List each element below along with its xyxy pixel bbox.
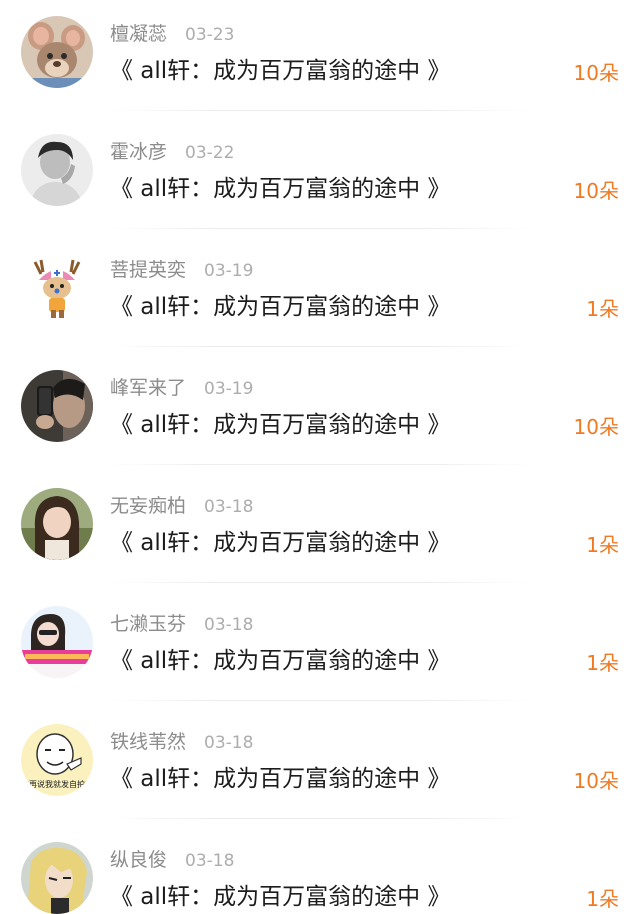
grayscale-person-avatar-icon xyxy=(21,134,93,206)
flower-count: 1朵 xyxy=(586,297,619,321)
work-title[interactable]: 《 all轩：成为百万富翁的途中 》 xyxy=(110,409,451,441)
avatar[interactable] xyxy=(21,16,93,88)
row-divider xyxy=(110,346,530,347)
commenter-name[interactable]: 霍冰彦 03-22 xyxy=(110,139,234,166)
avatar[interactable] xyxy=(21,842,93,914)
commenter-name-text[interactable]: 檀凝蕊 xyxy=(110,23,167,45)
work-title[interactable]: 《 all轩：成为百万富翁的途中 》 xyxy=(110,645,451,677)
comment-date: 03-18 xyxy=(185,851,235,871)
girl-banner-avatar-icon xyxy=(21,606,93,678)
avatar[interactable] xyxy=(21,606,93,678)
row-divider xyxy=(110,110,530,111)
list-item[interactable]: 檀凝蕊 03-23 《 all轩：成为百万富翁的途中 》 10朵 xyxy=(0,0,640,118)
commenter-name-text[interactable]: 铁线苇然 xyxy=(110,731,186,753)
flower-count: 1朵 xyxy=(586,533,619,557)
list-item[interactable]: "再说我就发自拍" 铁线苇然 03-18 《 all轩：成为百万富翁的途中 》 1… xyxy=(0,708,640,826)
row-divider xyxy=(110,464,530,465)
list-item[interactable]: 霍冰彦 03-22 《 all轩：成为百万富翁的途中 》 10朵 xyxy=(0,118,640,236)
commenter-name[interactable]: 无妄痴柏 03-18 xyxy=(110,493,253,520)
meme-face-avatar-icon: "再说我就发自拍" xyxy=(21,724,93,796)
commenter-name[interactable]: 檀凝蕊 03-23 xyxy=(110,21,234,48)
comment-date: 03-18 xyxy=(204,615,254,635)
girl-photo-avatar-icon xyxy=(21,488,93,560)
avatar[interactable] xyxy=(21,370,93,442)
row-divider xyxy=(110,582,530,583)
avatar[interactable] xyxy=(21,488,93,560)
list-item[interactable]: 峰军来了 03-19 《 all轩：成为百万富翁的途中 》 10朵 xyxy=(0,354,640,472)
commenter-name-text[interactable]: 纵良俊 xyxy=(110,849,167,871)
avatar[interactable] xyxy=(21,252,93,324)
commenter-name[interactable]: 纵良俊 03-18 xyxy=(110,847,234,874)
row-divider xyxy=(110,818,530,819)
work-title[interactable]: 《 all轩：成为百万富翁的途中 》 xyxy=(110,527,451,559)
flower-count: 10朵 xyxy=(573,769,619,793)
commenter-name-text[interactable]: 七濑玉芬 xyxy=(110,613,186,635)
commenter-name[interactable]: 七濑玉芬 03-18 xyxy=(110,611,253,638)
list-item[interactable]: 七濑玉芬 03-18 《 all轩：成为百万富翁的途中 》 1朵 xyxy=(0,590,640,708)
row-divider xyxy=(110,700,530,701)
meme-caption: "再说我就发自拍" xyxy=(25,779,88,789)
commenter-name[interactable]: 菩提英奕 03-19 xyxy=(110,257,253,284)
avatar[interactable] xyxy=(21,134,93,206)
phone-selfie-avatar-icon xyxy=(21,370,93,442)
commenter-name-text[interactable]: 峰军来了 xyxy=(110,377,186,399)
comment-date: 03-23 xyxy=(185,25,235,45)
flower-count: 1朵 xyxy=(586,887,619,911)
comment-date: 03-18 xyxy=(204,497,254,517)
comment-date: 03-18 xyxy=(204,733,254,753)
comment-date: 03-19 xyxy=(204,261,254,281)
cartoon-reindeer-avatar-icon xyxy=(21,252,93,324)
flower-count: 10朵 xyxy=(573,179,619,203)
cartoon-mouse-avatar-icon xyxy=(21,16,93,88)
work-title[interactable]: 《 all轩：成为百万富翁的途中 》 xyxy=(110,881,451,913)
commenter-name[interactable]: 峰军来了 03-19 xyxy=(110,375,253,402)
commenter-name[interactable]: 铁线苇然 03-18 xyxy=(110,729,253,756)
row-divider xyxy=(110,228,530,229)
commenter-name-text[interactable]: 菩提英奕 xyxy=(110,259,186,281)
avatar[interactable]: "再说我就发自拍" xyxy=(21,724,93,796)
comment-list: 檀凝蕊 03-23 《 all轩：成为百万富翁的途中 》 10朵 霍冰彦 03-22… xyxy=(0,0,640,914)
list-item[interactable]: 无妄痴柏 03-18 《 all轩：成为百万富翁的途中 》 1朵 xyxy=(0,472,640,590)
comment-date: 03-19 xyxy=(204,379,254,399)
work-title[interactable]: 《 all轩：成为百万富翁的途中 》 xyxy=(110,763,451,795)
flower-count: 10朵 xyxy=(573,61,619,85)
commenter-name-text[interactable]: 无妄痴柏 xyxy=(110,495,186,517)
comment-date: 03-22 xyxy=(185,143,235,163)
flower-count: 10朵 xyxy=(573,415,619,439)
commenter-name-text[interactable]: 霍冰彦 xyxy=(110,141,167,163)
anime-character-avatar-icon xyxy=(21,842,93,914)
list-item[interactable]: 纵良俊 03-18 《 all轩：成为百万富翁的途中 》 1朵 xyxy=(0,826,640,914)
work-title[interactable]: 《 all轩：成为百万富翁的途中 》 xyxy=(110,291,451,323)
flower-count: 1朵 xyxy=(586,651,619,675)
list-item[interactable]: 菩提英奕 03-19 《 all轩：成为百万富翁的途中 》 1朵 xyxy=(0,236,640,354)
work-title[interactable]: 《 all轩：成为百万富翁的途中 》 xyxy=(110,55,451,87)
work-title[interactable]: 《 all轩：成为百万富翁的途中 》 xyxy=(110,173,451,205)
